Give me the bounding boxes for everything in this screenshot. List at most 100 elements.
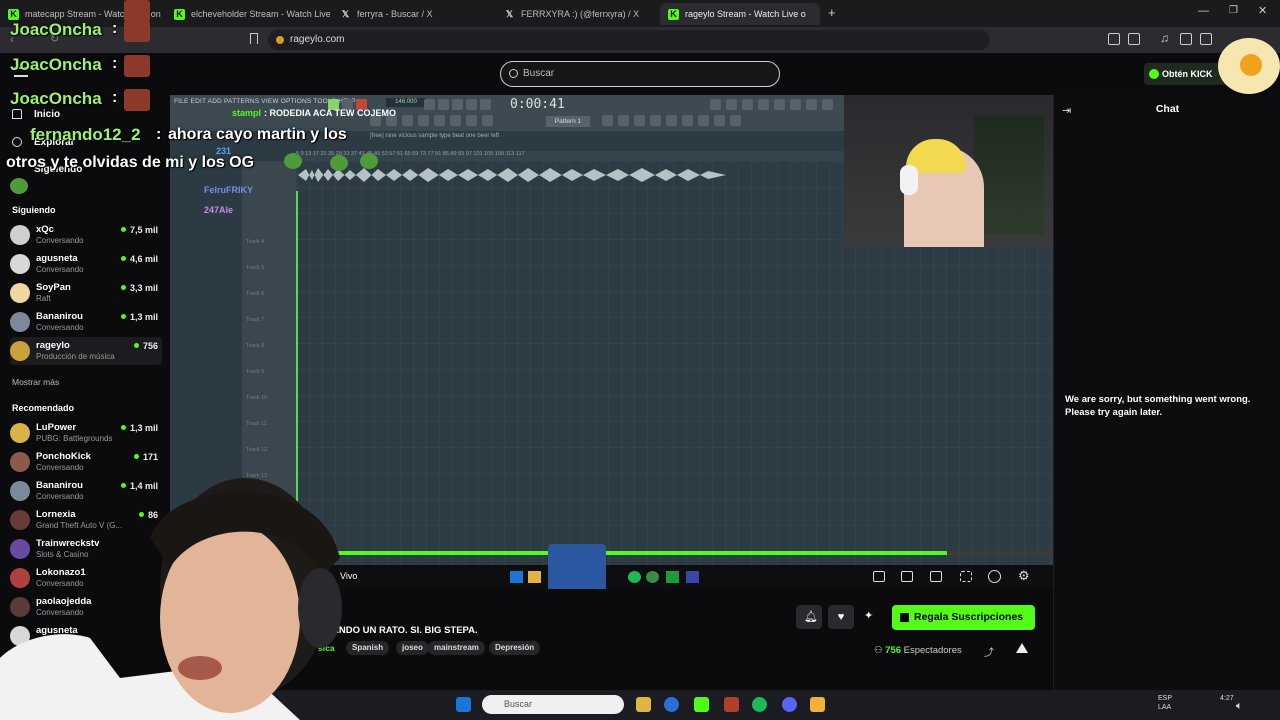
edge-icon[interactable] xyxy=(664,697,679,712)
sparkle-icon[interactable]: ✦ xyxy=(864,609,873,622)
channel-name: Bananirou xyxy=(36,311,83,322)
daw-track-label: Track 6 xyxy=(246,291,265,297)
daw-track-label: Track 5 xyxy=(246,265,265,271)
channel-viewers: 7,5 mil xyxy=(121,225,158,235)
show-more-link[interactable]: Mostrar más xyxy=(12,377,59,387)
daw-tool-icon xyxy=(758,99,769,110)
pepe-emote xyxy=(284,153,302,169)
brave-icon[interactable] xyxy=(724,697,739,712)
site-header: Buscar Obtén KICK xyxy=(0,53,1280,95)
report-icon[interactable] xyxy=(1016,643,1028,653)
sidebar-channel-agusneta[interactable]: agusneta Conversando 4,6 mil xyxy=(10,250,162,278)
search-input[interactable]: Buscar xyxy=(500,61,780,87)
overlay-chat-user: fernando12_2 xyxy=(30,125,141,144)
daw-bpm: 146.000 xyxy=(386,98,426,107)
daw-track-label: Track 7 xyxy=(246,317,265,323)
tag-chip[interactable]: Depresión xyxy=(489,641,541,655)
fullscreen-icon[interactable] xyxy=(960,571,972,582)
url-field[interactable]: rageylo.com xyxy=(268,30,990,50)
clip-icon[interactable] xyxy=(901,571,913,582)
tag-chip[interactable]: mainstream xyxy=(428,641,485,655)
daw-tool-icon xyxy=(452,99,463,110)
music-icon[interactable]: ♫ xyxy=(1160,31,1169,45)
taskbar-search[interactable]: Buscar xyxy=(482,695,624,714)
browser-tab-active[interactable]: K rageylo Stream - Watch Live o ✕ xyxy=(660,3,820,25)
volume-icon[interactable]: 🔈︎ xyxy=(1236,700,1243,713)
home-icon[interactable] xyxy=(12,109,22,119)
close-window-icon[interactable]: ✕ xyxy=(1258,4,1267,17)
daw-track-label: Track 12 xyxy=(246,447,268,453)
daw-tool-icon xyxy=(602,115,613,126)
folder-icon[interactable] xyxy=(636,697,651,712)
extension-icon[interactable] xyxy=(1108,33,1120,45)
new-tab-button[interactable]: + xyxy=(828,5,836,20)
channel-name: SoyPan xyxy=(36,282,71,293)
overlay-chat-user: JoacOncha xyxy=(10,20,102,39)
nav-inicio[interactable]: Inicio xyxy=(34,109,60,120)
mini-chat-user: 247Ale xyxy=(204,205,234,215)
daw-tool-icon xyxy=(424,99,435,110)
sidebar-channel-rageylo[interactable]: rageylo Producción de música 756 xyxy=(10,337,162,365)
miniplayer-icon[interactable] xyxy=(930,571,942,582)
sidebar-channel-soypan[interactable]: SoyPan Raft 3,3 mil xyxy=(10,279,162,307)
heart-icon: ♥ xyxy=(837,611,845,623)
channel-category: Conversando xyxy=(36,236,84,245)
daw-tool-icon xyxy=(434,115,445,126)
channel-name: rageylo xyxy=(36,340,70,351)
explore-icon[interactable] xyxy=(12,137,22,147)
avatar xyxy=(10,452,30,472)
daw-tool-icon xyxy=(618,115,629,126)
overlay-chat-sep: : xyxy=(112,20,118,37)
spotify-icon[interactable] xyxy=(752,697,767,712)
channel-category: PUBG: Battlegrounds xyxy=(36,434,113,443)
restore-icon[interactable]: ❐ xyxy=(1229,5,1238,16)
browser-tab[interactable]: 𝕏 FERRXYRA :) (@ferrxyra) / X xyxy=(496,3,660,25)
translate-icon[interactable] xyxy=(1128,33,1140,45)
overlay-chat-message: otros y te olvidas de mi y los OG xyxy=(6,154,255,171)
daw-tool-icon xyxy=(806,99,817,110)
mini-chat-message: : RODEDIA ACA TEW COJEMO xyxy=(264,108,396,118)
daw-tool-icon xyxy=(714,115,725,126)
discord-icon[interactable] xyxy=(782,697,797,712)
notifications-button[interactable]: 🔔︎ xyxy=(796,605,822,629)
x-favicon-icon: 𝕏 xyxy=(341,8,350,19)
daw-tool-icon xyxy=(682,115,693,126)
get-kick-label: Obtén KICK xyxy=(1162,69,1213,79)
browser-tab[interactable]: K elcheveholder Stream - Watch Live o xyxy=(166,3,330,25)
daw-hint: [free] nine vicious sample type beat one… xyxy=(370,133,500,139)
chat-emote xyxy=(124,89,150,111)
tag-chip[interactable]: joseo xyxy=(396,641,429,655)
fl-studio-icon[interactable] xyxy=(810,697,825,712)
channel-viewers: 1,3 mil xyxy=(121,312,158,322)
sidebar-channel-lupower[interactable]: LuPower PUBG: Battlegrounds 1,3 mil xyxy=(10,419,162,447)
bell-icon: 🔔︎ xyxy=(804,611,818,623)
daw-tool-icon xyxy=(774,99,785,110)
recommended-heading: Recomendado xyxy=(12,403,75,413)
browser-tab[interactable]: 𝕏 ferryra - Buscar / X xyxy=(332,3,496,25)
settings-gear-icon[interactable]: ⚙ xyxy=(1018,568,1030,584)
pepe-emote xyxy=(330,155,348,171)
sidebar-channel-ponchokick[interactable]: PonchoKick Conversando 171 xyxy=(10,448,162,476)
minimize-icon[interactable]: — xyxy=(1198,5,1209,17)
replay-icon[interactable] xyxy=(988,570,1001,583)
daw-tool-icon xyxy=(710,99,721,110)
share-icon[interactable]: ⤴ xyxy=(984,644,994,659)
bookmark-icon[interactable] xyxy=(250,33,258,44)
viewer-count: ⚇ 756 Espectadores xyxy=(874,645,962,656)
gift-subscriptions-button[interactable]: Regala Suscripciones xyxy=(892,605,1035,630)
sidebar-toggle-icon[interactable] xyxy=(1180,33,1192,45)
daw-tool-icon xyxy=(418,115,429,126)
daw-tool-icon xyxy=(480,99,491,110)
daw-tool-icon xyxy=(698,115,709,126)
channel-viewers: 171 xyxy=(134,452,158,462)
language-indicator[interactable]: ESP LAA xyxy=(1158,694,1172,712)
windows-start-icon[interactable] xyxy=(456,697,471,712)
get-kick-button[interactable]: Obtén KICK xyxy=(1144,63,1228,85)
theater-mode-icon[interactable] xyxy=(873,571,885,582)
daw-tool-icon xyxy=(822,99,833,110)
kick-icon[interactable] xyxy=(694,697,709,712)
sidebar-channel-bananirou[interactable]: Bananirou Conversando 1,3 mil xyxy=(10,308,162,336)
split-view-icon[interactable] xyxy=(1200,33,1212,45)
sidebar-channel-xqc[interactable]: xQc Conversando 7,5 mil xyxy=(10,221,162,249)
follow-button[interactable]: ♥ xyxy=(828,605,854,629)
